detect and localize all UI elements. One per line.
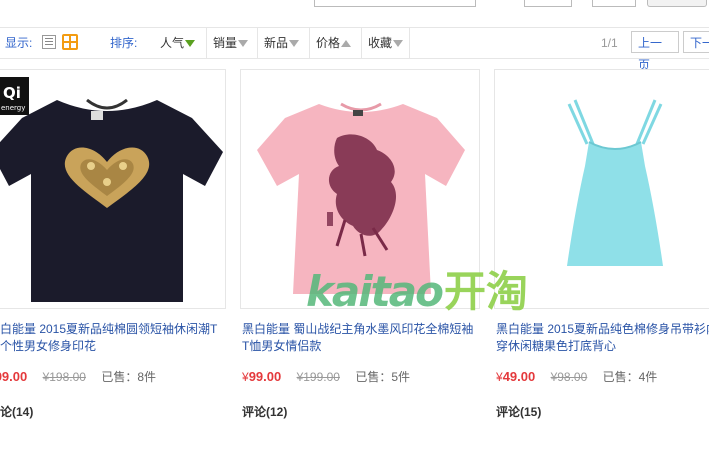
product-title[interactable]: 黑白能量 2015夏新品纯色棉修身吊带衫内外穿休闲糖果色打底背心 (496, 321, 709, 355)
product-image[interactable] (494, 69, 709, 309)
product-card: 黑白能量 2015夏新品纯色棉修身吊带衫内外穿休闲糖果色打底背心 ¥49.00 … (494, 69, 709, 449)
currency-symbol: ¥ (496, 370, 503, 384)
pink-tshirt-icon (257, 102, 465, 294)
product-image[interactable]: Qi energy (0, 69, 226, 309)
price-line: ¥99.00 ¥198.00 已售：8件 (0, 369, 226, 385)
arrow-down-icon (238, 40, 249, 48)
filter-submit-button[interactable] (647, 0, 707, 7)
currency-symbol: ¥ (242, 370, 249, 384)
page-indicator: 1/1 (601, 36, 618, 50)
review-count[interactable]: 评论(12) (242, 403, 287, 420)
price-min-input[interactable] (524, 0, 572, 7)
product-title[interactable]: 黑白能量 蜀山战纪主角水墨风印花全棉短袖T恤男女情侣款 (242, 321, 478, 355)
sort-sales-label: 销量 (213, 36, 238, 50)
svg-text:energy: energy (1, 104, 25, 112)
product-title[interactable]: 黑白能量 2015夏新品纯棉圆领短袖休闲潮T尚个性男女修身印花 (0, 321, 224, 355)
product-card: 黑白能量 蜀山战纪主角水墨风印花全棉短袖T恤男女情侣款 ¥99.00 ¥199.… (240, 69, 480, 449)
prev-page-button[interactable]: 上一页 (631, 31, 679, 72)
sort-popularity[interactable]: 人气 (154, 28, 196, 58)
sort-toolbar: 显示: 排序: 人气 销量 新品 价格 收藏 1/1 上一页 下一 (0, 27, 709, 72)
arrow-up-icon (341, 40, 352, 48)
price-max-input[interactable] (592, 0, 636, 7)
keyword-input[interactable] (314, 0, 476, 7)
svg-text:Qi: Qi (3, 84, 21, 102)
list-view-icon[interactable] (42, 35, 56, 49)
sold-count: 已售：4件 (602, 370, 658, 384)
cyan-camisole-icon (567, 99, 663, 266)
black-tshirt-icon: Qi energy (0, 77, 223, 302)
display-label: 显示: (5, 36, 33, 50)
sort-price[interactable]: 价格 (309, 28, 352, 58)
arrow-down-icon (289, 40, 300, 48)
original-price: ¥199.00 (296, 370, 340, 384)
product-image[interactable] (240, 69, 480, 309)
sort-popularity-label: 人气 (160, 36, 185, 50)
next-page-button[interactable]: 下一 (683, 31, 709, 53)
sold-count: 已售：8件 (101, 370, 156, 384)
price-line: ¥49.00 ¥98.00 已售：4件 (496, 369, 709, 385)
arrow-down-icon (393, 40, 404, 48)
sort-label: 排序: (110, 36, 138, 50)
current-price: 99.00 (0, 369, 28, 384)
original-price: ¥198.00 (42, 370, 86, 384)
grid-view-icon[interactable] (62, 34, 78, 50)
filter-bar-partial (0, 0, 709, 8)
sort-new-label: 新品 (264, 36, 289, 50)
price-line: ¥99.00 ¥199.00 已售：5件 (242, 369, 480, 385)
review-count[interactable]: 评论(15) (496, 403, 541, 420)
current-price: 99.00 (248, 369, 282, 384)
sort-sales[interactable]: 销量 (206, 28, 249, 58)
review-count[interactable]: 评论(14) (0, 403, 33, 420)
product-card: Qi energy 黑白能量 2015夏新品纯棉圆领短袖休闲潮T尚个性男女修身印… (0, 69, 226, 449)
sold-count: 已售：5件 (355, 370, 410, 384)
sort-new[interactable]: 新品 (257, 28, 300, 58)
current-price: 49.00 (502, 369, 536, 384)
sort-favorites[interactable]: 收藏 (361, 28, 411, 58)
sort-favorites-label: 收藏 (368, 36, 393, 50)
arrow-down-icon (185, 40, 196, 48)
sort-price-label: 价格 (316, 36, 341, 50)
original-price: ¥98.00 (550, 370, 588, 384)
